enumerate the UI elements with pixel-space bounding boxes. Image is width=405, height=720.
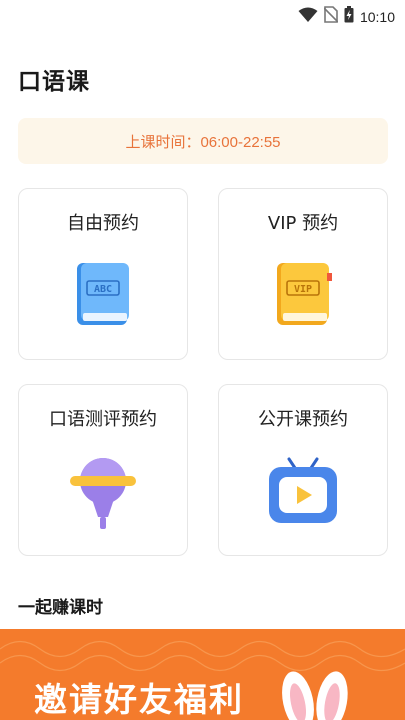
status-icons: 10:10	[298, 6, 395, 27]
class-hours-text: 上课时间：06:00-22:55	[125, 133, 281, 151]
svg-text:ABC: ABC	[94, 284, 112, 295]
battery-charging-icon	[344, 6, 354, 27]
tv-play-icon	[267, 455, 339, 529]
free-booking-label: 自由预约	[67, 213, 139, 234]
earn-hours-section-title: 一起赚课时	[18, 598, 103, 618]
invite-friends-banner[interactable]: 邀请好友福利	[0, 629, 405, 720]
speaking-assessment-label: 口语测评预约	[49, 409, 157, 430]
vip-booking-label: VIP 预约	[267, 213, 339, 234]
bunny-ears-icon	[272, 667, 356, 720]
no-sim-icon	[323, 6, 339, 27]
page-title: 口语课	[18, 69, 90, 95]
abc-book-icon: ABC	[73, 259, 133, 333]
status-time: 10:10	[359, 8, 395, 25]
status-bar: 10:10	[0, 0, 405, 30]
speaking-assessment-card[interactable]: 口语测评预约	[18, 384, 188, 556]
invite-friends-text: 邀请好友福利	[34, 680, 244, 719]
microphone-icon	[68, 455, 138, 535]
class-hours-banner: 上课时间：06:00-22:55	[18, 118, 388, 164]
vip-booking-card[interactable]: VIP 预约 VIP	[218, 188, 388, 360]
free-booking-card[interactable]: 自由预约 ABC	[18, 188, 188, 360]
svg-text:VIP: VIP	[294, 284, 312, 295]
wifi-icon	[298, 7, 318, 27]
vip-book-icon: VIP	[273, 259, 333, 333]
open-class-card[interactable]: 公开课预约	[218, 384, 388, 556]
open-class-label: 公开课预约	[258, 409, 348, 430]
